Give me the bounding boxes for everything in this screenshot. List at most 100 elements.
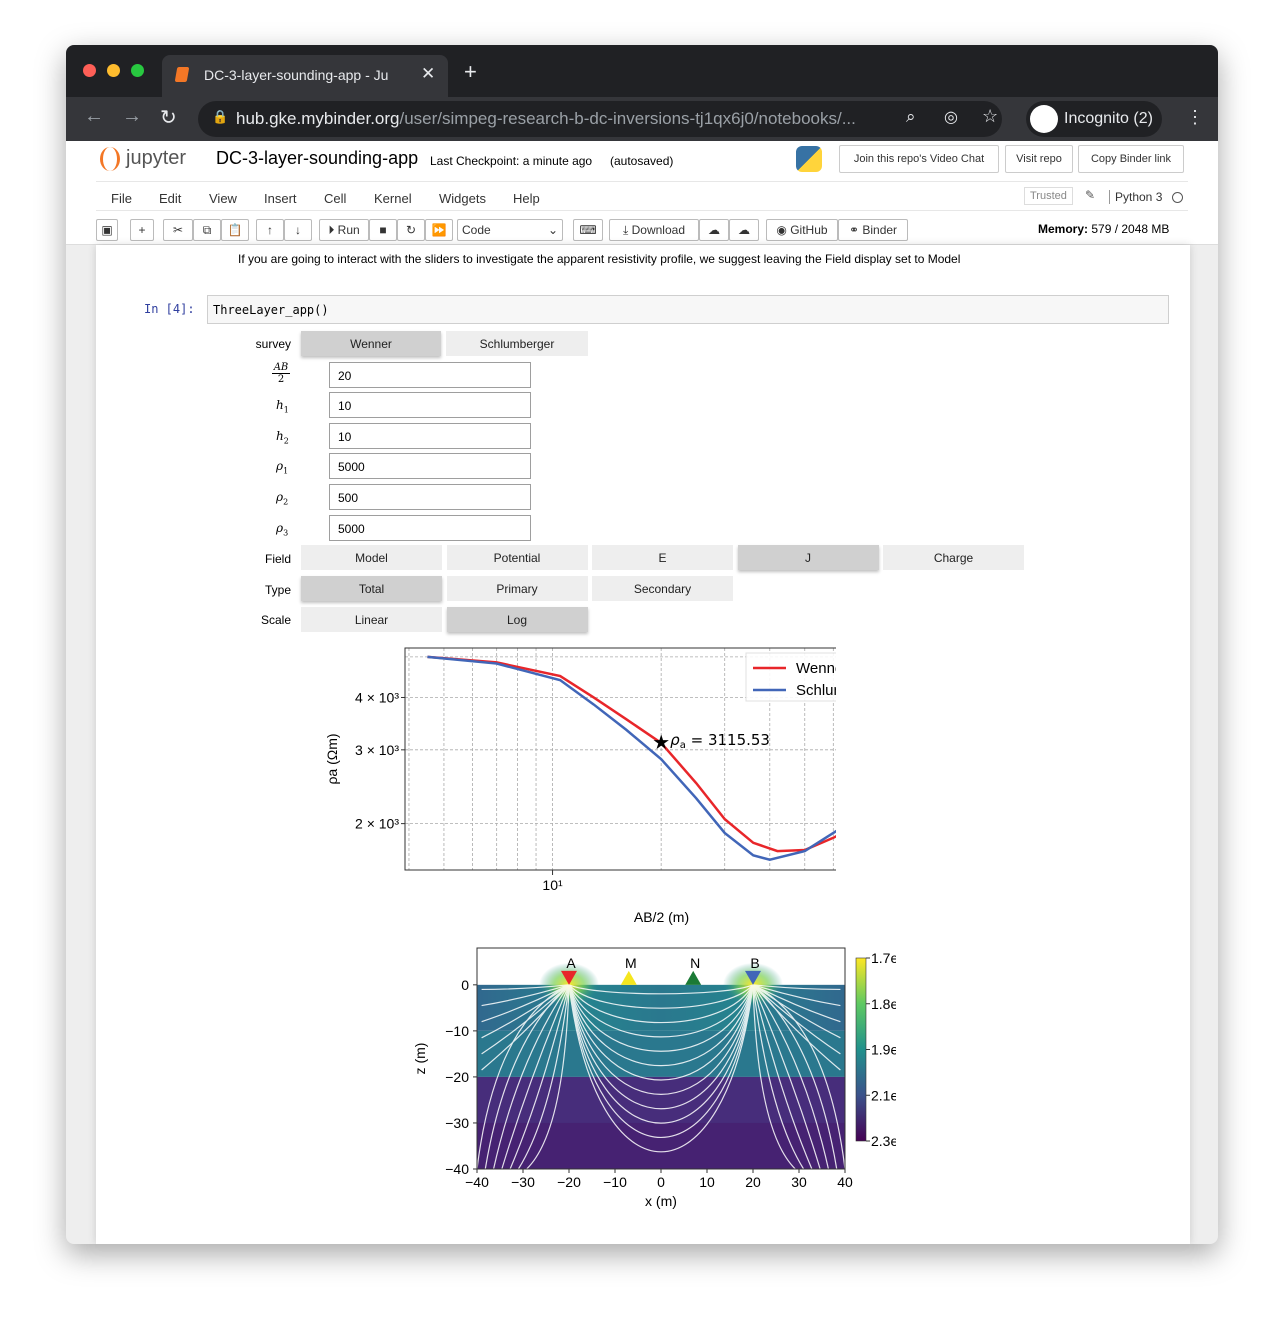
restart-icon[interactable]: ↻ (397, 219, 425, 241)
kernel-name[interactable]: Python 3 (1109, 190, 1162, 204)
copy-binder-link-button[interactable]: Copy Binder link (1078, 145, 1184, 173)
new-tab-button[interactable]: + (464, 59, 477, 85)
menu-insert[interactable]: Insert (264, 191, 297, 206)
intro-text: If you are going to interact with the sl… (238, 252, 961, 266)
menu-file[interactable]: File (111, 191, 132, 206)
visit-repo-button[interactable]: Visit repo (1005, 145, 1073, 173)
cloud-upload-icon[interactable]: ☁ (729, 219, 759, 241)
parameter-input-5[interactable]: 5000 (329, 515, 531, 541)
edit-pencil-icon[interactable]: ✎ (1085, 188, 1095, 202)
cell-prompt: In [4]: (144, 302, 195, 316)
parameter-input-1[interactable]: 10 (329, 392, 531, 418)
survey-label: survey (255, 337, 291, 351)
insert-cell-icon[interactable]: + (130, 219, 154, 241)
move-up-icon[interactable]: ↑ (256, 219, 284, 241)
browser-tab[interactable]: DC-3-layer-sounding-app - Ju ✕ (162, 55, 448, 97)
menu-cell[interactable]: Cell (324, 191, 346, 206)
survey-wenner-toggle[interactable]: Wenner (301, 331, 441, 356)
parameter-input-4[interactable]: 500 (329, 484, 531, 510)
move-down-icon[interactable]: ↓ (284, 219, 312, 241)
survey-schlumberger-toggle[interactable]: Schlumberger (446, 331, 588, 356)
input-label-5: ρ3 (276, 521, 288, 537)
menu-edit[interactable]: Edit (159, 191, 181, 206)
type-total-toggle[interactable]: Total (301, 576, 442, 601)
paste-icon[interactable]: 📋 (221, 219, 249, 241)
cut-icon[interactable]: ✂ (163, 219, 193, 241)
y-tick-label: −10 (445, 1023, 469, 1039)
bookmark-star-icon[interactable]: ☆ (982, 106, 998, 127)
video-chat-button[interactable]: Join this repo's Video Chat (839, 145, 999, 173)
trusted-badge[interactable]: Trusted (1024, 187, 1073, 205)
run-button[interactable]: ⏵ Run (319, 219, 369, 241)
cell-type-select[interactable]: Code ⌄ (457, 219, 563, 241)
type-label: Type (264, 583, 291, 597)
y-tick-label: 3 × 10³ (355, 742, 399, 758)
colorbar (855, 957, 867, 1142)
tracking-blocked-icon[interactable]: ◎ (944, 107, 958, 127)
y-tick-label: 2 × 10³ (355, 816, 399, 832)
y-axis-label: z (m) (412, 1043, 428, 1075)
type-secondary-toggle[interactable]: Secondary (592, 576, 733, 601)
input-label-4: ρ2 (276, 490, 288, 506)
field-j-toggle[interactable]: J (737, 545, 879, 570)
memory-usage: Memory: 579 / 2048 MB (1038, 222, 1169, 236)
input-label-2: h2 (276, 429, 289, 445)
menu-help[interactable]: Help (513, 191, 540, 206)
x-tick-label: 40 (837, 1174, 853, 1190)
download-button[interactable]: ⤓ Download (609, 219, 699, 241)
maximize-window-button[interactable] (131, 64, 144, 77)
parameter-input-3[interactable]: 5000 (329, 453, 531, 479)
electrode-label: M (625, 955, 637, 971)
binder-label: Binder (862, 223, 898, 237)
forward-button[interactable]: → (122, 105, 142, 128)
field-e-toggle[interactable]: E (592, 545, 733, 570)
address-bar-row: ← → ↻ 🔒 hub.gke.mybinder.org/user/simpeg… (66, 97, 1218, 141)
github-button[interactable]: ◉ GitHub (766, 219, 838, 241)
jupyter-logo[interactable]: jupyter (126, 147, 186, 170)
parameter-input-2[interactable]: 10 (329, 423, 531, 449)
interrupt-icon[interactable]: ■ (369, 219, 397, 241)
save-icon[interactable]: ▣ (96, 219, 118, 241)
apparent-resistivity-chart: ★ρa = 3115.534 × 10³3 × 10³2 × 10³10¹10²… (324, 647, 836, 925)
back-button[interactable]: ← (84, 105, 104, 128)
autosave-status: (autosaved) (610, 154, 674, 168)
legend-label: Schlumberger (796, 682, 836, 699)
binder-button[interactable]: ⚭ Binder (838, 219, 908, 241)
keyboard-icon[interactable]: ⌨ (573, 219, 603, 241)
scale-log-toggle[interactable]: Log (446, 607, 588, 632)
y-tick-label: −40 (445, 1161, 469, 1177)
menu-view[interactable]: View (209, 191, 237, 206)
incognito-badge[interactable]: Incognito (2) (1026, 101, 1162, 137)
layer-2 (477, 1030, 845, 1077)
menu-kernel[interactable]: Kernel (374, 191, 412, 206)
jupyter-header: jupyter DC-3-layer-sounding-app Last Che… (66, 141, 1218, 245)
incognito-label: Incognito (2) (1064, 110, 1153, 127)
reload-button[interactable]: ↻ (160, 105, 177, 130)
close-window-button[interactable] (83, 64, 96, 77)
type-primary-toggle[interactable]: Primary (446, 576, 588, 601)
copy-icon[interactable]: ⧉ (193, 219, 221, 241)
scale-linear-toggle[interactable]: Linear (301, 607, 442, 632)
notebook-name[interactable]: DC-3-layer-sounding-app (216, 148, 418, 169)
zoom-icon[interactable]: ⌕ (906, 107, 916, 127)
run-label: Run (337, 223, 360, 237)
field-charge-toggle[interactable]: Charge (883, 545, 1024, 570)
tab-title: DC-3-layer-sounding-app - Ju (204, 67, 389, 83)
close-tab-icon[interactable]: ✕ (421, 64, 435, 84)
minimize-window-button[interactable] (107, 64, 120, 77)
cell-type-value: Code (462, 223, 491, 237)
code-cell-input[interactable]: ThreeLayer_app() (207, 295, 1169, 324)
browser-menu-icon[interactable]: ⋮ (1186, 107, 1204, 128)
tab-bar: DC-3-layer-sounding-app - Ju ✕ + (66, 45, 1218, 97)
electrode-label: N (690, 955, 700, 971)
field-potential-toggle[interactable]: Potential (446, 545, 588, 570)
field-model-toggle[interactable]: Model (301, 545, 442, 570)
cloud-download-icon[interactable]: ☁ (699, 219, 729, 241)
parameter-input-0[interactable]: 20 (329, 362, 531, 388)
restart-run-all-icon[interactable]: ⏩ (425, 219, 453, 241)
url-path: /user/simpeg-research-b-dc-inversions-tj… (399, 109, 856, 128)
colorbar-tick-label: 1.9e-03 (871, 1042, 896, 1058)
menu-widgets[interactable]: Widgets (439, 191, 486, 206)
symbol: h (276, 429, 284, 443)
address-bar[interactable]: 🔒 hub.gke.mybinder.org/user/simpeg-resea… (198, 101, 1002, 137)
